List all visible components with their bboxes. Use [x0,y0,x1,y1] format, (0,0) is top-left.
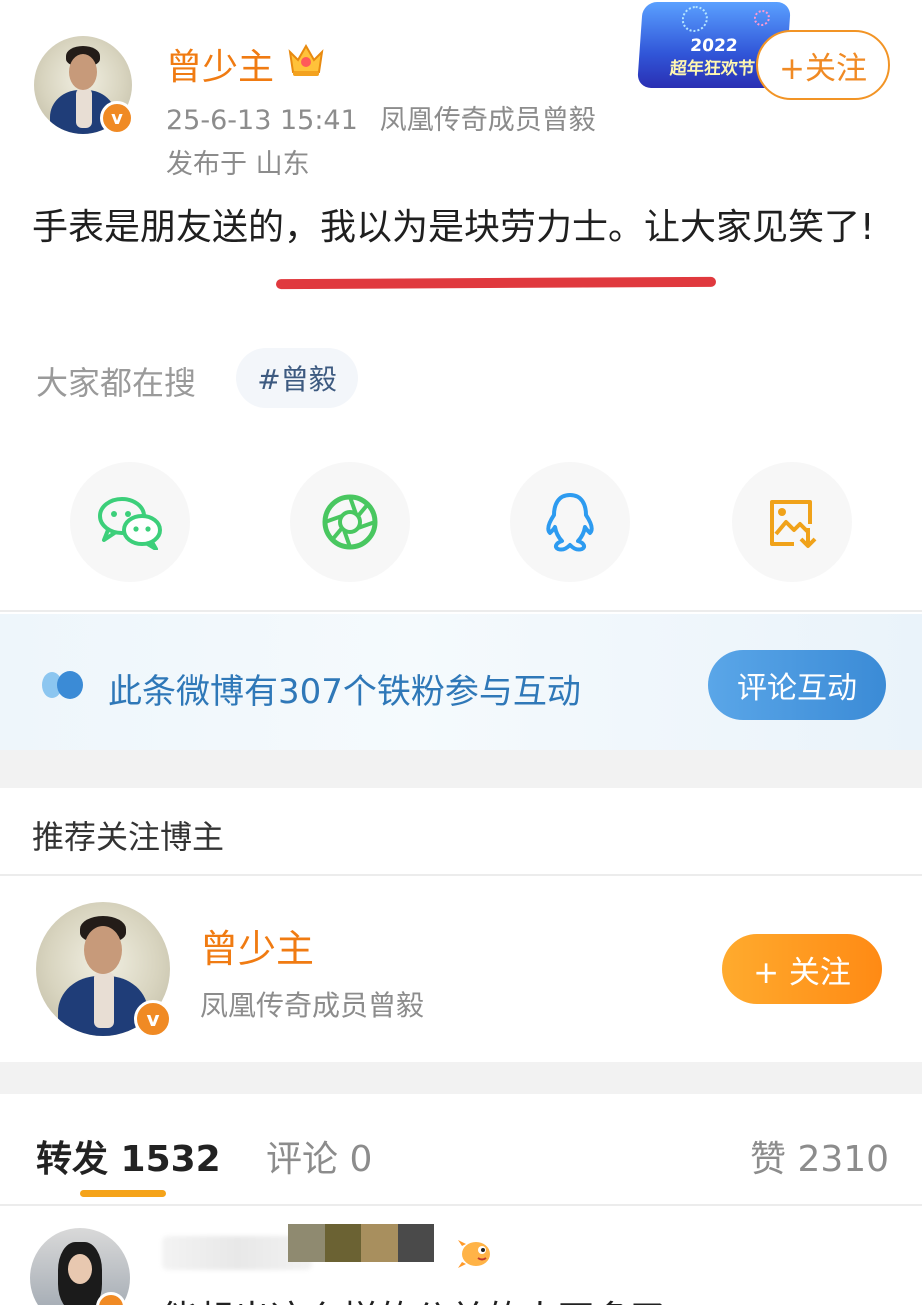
trending-search-label: 大家都在搜 [36,364,197,402]
mosaic-censor [288,1224,434,1262]
save-image-icon [770,500,817,548]
divider [0,874,922,876]
verified-badge-icon: v [100,101,134,135]
post-location: 发布于 山东 [166,149,310,180]
fans-interaction-text: 此条微博有307个铁粉参与互动 [108,672,581,712]
fans-icon [42,671,83,699]
share-moments-button[interactable] [290,462,410,582]
highlight-underline [275,276,717,290]
follow-button[interactable]: +关注 [756,30,890,100]
tab-repost[interactable]: 转发 1532 [36,1130,221,1182]
recommended-follow-button[interactable]: + 关注 [722,934,882,1004]
post-source: 凤凰传奇成员曾毅 [379,105,596,136]
qq-icon [546,493,594,552]
comment-interaction-button[interactable]: 评论互动 [708,650,886,720]
firework-icon [753,10,771,26]
divider [0,1204,922,1206]
post-text: 手表是朋友送的，我以为是块劳力士。让大家见笑了! [32,207,875,248]
tab-comment[interactable]: 评论 0 [266,1130,372,1182]
post-meta: 25-6-13 15:41 凤凰传奇成员曾毅 [166,98,618,137]
section-gap [0,750,922,788]
tab-like[interactable]: 赞 2310 [750,1130,889,1182]
recommended-name[interactable]: 曾少主 [200,918,314,973]
share-wechat-button[interactable] [70,462,190,582]
crown-icon [288,43,324,76]
hashtag-chip[interactable]: #曾毅 [236,348,358,408]
divider [0,610,922,612]
moments-icon [322,494,378,550]
recommend-title: 推荐关注博主 [32,818,225,856]
post-timestamp: 25-6-13 15:41 [166,105,358,136]
recommended-desc: 凤凰传奇成员曾毅 [200,989,425,1022]
verified-badge-icon: v [134,1000,172,1038]
comment-text: 能想出这么样的公关的人不多了 [162,1290,666,1305]
section-gap [0,1062,922,1094]
firework-icon [680,6,709,32]
save-image-button[interactable] [732,462,852,582]
share-qq-button[interactable] [510,462,630,582]
author-name[interactable]: 曾少主 [166,38,274,90]
tab-indicator [80,1190,166,1197]
wechat-icon [98,497,162,550]
fish-badge-icon [458,1240,490,1268]
